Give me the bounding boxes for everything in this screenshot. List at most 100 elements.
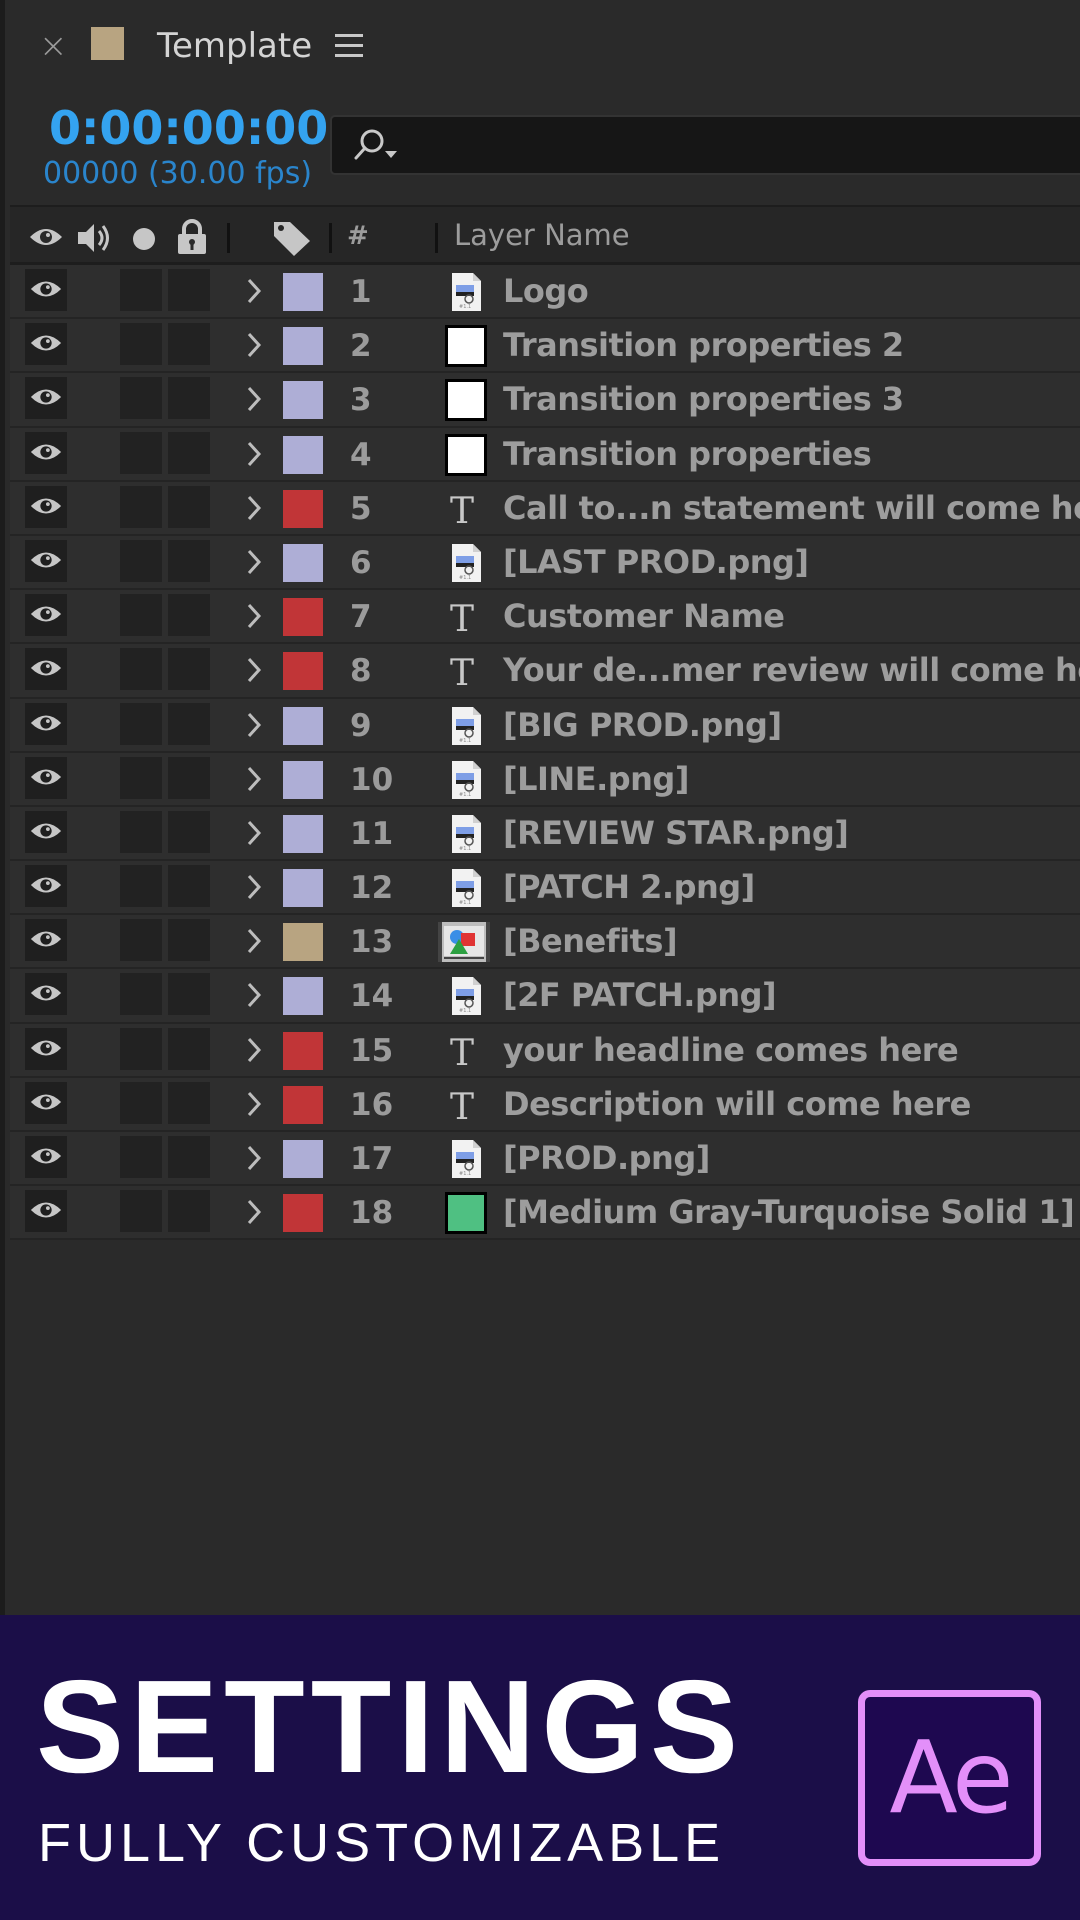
visibility-toggle[interactable] xyxy=(25,485,67,528)
lock-toggle[interactable] xyxy=(168,594,210,637)
expand-chevron-icon[interactable] xyxy=(246,819,262,851)
expand-chevron-icon[interactable] xyxy=(246,1198,262,1230)
comp-tab-title[interactable]: Template xyxy=(157,24,312,68)
lock-toggle[interactable] xyxy=(168,323,210,366)
solo-toggle[interactable] xyxy=(120,377,162,420)
layer-row[interactable]: 5 T Call to...n statement will come here xyxy=(10,481,1080,536)
solo-toggle[interactable] xyxy=(120,485,162,528)
label-color-swatch[interactable] xyxy=(283,1140,323,1178)
lock-toggle[interactable] xyxy=(168,1027,210,1070)
lock-toggle[interactable] xyxy=(168,269,210,311)
layer-name[interactable]: Customer Name xyxy=(503,596,785,636)
expand-chevron-icon[interactable] xyxy=(246,656,262,688)
solo-toggle[interactable] xyxy=(120,702,162,745)
layer-row[interactable]: 13 [Benefits] xyxy=(10,915,1080,970)
label-color-swatch[interactable] xyxy=(283,814,323,853)
expand-chevron-icon[interactable] xyxy=(246,1036,262,1068)
close-tab-icon[interactable]: × xyxy=(39,26,68,66)
lock-toggle[interactable] xyxy=(168,756,210,799)
lock-toggle[interactable] xyxy=(168,485,210,528)
label-color-swatch[interactable] xyxy=(283,327,323,366)
layer-name[interactable]: [Medium Gray-Turquoise Solid 1] xyxy=(503,1192,1075,1232)
tag-icon[interactable] xyxy=(272,219,312,257)
label-color-swatch[interactable] xyxy=(283,706,323,745)
visibility-toggle[interactable] xyxy=(25,865,67,908)
solo-toggle[interactable] xyxy=(120,648,162,691)
label-color-swatch[interactable] xyxy=(283,489,323,528)
layer-row[interactable]: 1 #1.1 Logo xyxy=(10,265,1080,320)
solo-toggle[interactable] xyxy=(120,919,162,962)
column-number-header[interactable]: # xyxy=(347,221,369,251)
layer-row[interactable]: 11 #1.1 [REVIEW STAR.png] xyxy=(10,806,1080,862)
layer-name[interactable]: [REVIEW STAR.png] xyxy=(503,813,849,853)
solo-toggle[interactable] xyxy=(120,810,162,853)
layer-name[interactable]: Transition properties xyxy=(503,434,872,474)
label-color-swatch[interactable] xyxy=(283,1031,323,1070)
lock-toggle[interactable] xyxy=(168,1190,210,1233)
visibility-toggle[interactable] xyxy=(25,919,67,962)
layer-name[interactable]: [LINE.png] xyxy=(503,759,689,799)
layer-name[interactable]: [PROD.png] xyxy=(503,1138,710,1178)
expand-chevron-icon[interactable] xyxy=(246,277,262,309)
label-color-swatch[interactable] xyxy=(283,273,323,311)
label-color-swatch[interactable] xyxy=(283,1194,323,1233)
expand-chevron-icon[interactable] xyxy=(246,331,262,363)
visibility-toggle[interactable] xyxy=(25,594,67,637)
solo-toggle[interactable] xyxy=(120,594,162,637)
visibility-toggle[interactable] xyxy=(25,1027,67,1070)
label-color-swatch[interactable] xyxy=(283,760,323,799)
layer-row[interactable]: 16 T Description will come here xyxy=(10,1077,1080,1132)
visibility-toggle[interactable] xyxy=(25,702,67,745)
expand-chevron-icon[interactable] xyxy=(246,765,262,797)
layer-name[interactable]: Logo xyxy=(503,271,589,311)
visibility-toggle[interactable] xyxy=(25,323,67,366)
visibility-toggle[interactable] xyxy=(25,1136,67,1178)
label-color-swatch[interactable] xyxy=(283,543,323,582)
layer-row[interactable]: 17 #1.1 [PROD.png] xyxy=(10,1132,1080,1187)
eye-icon[interactable] xyxy=(28,225,64,249)
layer-row[interactable]: 3 Transition properties 3 xyxy=(10,373,1080,428)
lock-toggle[interactable] xyxy=(168,973,210,1016)
label-color-swatch[interactable] xyxy=(283,923,323,962)
expand-chevron-icon[interactable] xyxy=(246,1090,262,1122)
current-time-display[interactable]: 0:00:00:00 xyxy=(49,100,328,156)
layer-row[interactable]: 4 Transition properties xyxy=(10,427,1080,482)
solo-toggle[interactable] xyxy=(120,1081,162,1124)
hamburger-menu-icon[interactable] xyxy=(335,34,363,58)
layer-row[interactable]: 9 #1.1 [BIG PROD.png] xyxy=(10,698,1080,753)
lock-toggle[interactable] xyxy=(168,919,210,962)
label-color-swatch[interactable] xyxy=(283,977,323,1016)
expand-chevron-icon[interactable] xyxy=(246,1144,262,1176)
column-divider[interactable] xyxy=(435,223,438,253)
layer-row[interactable]: 2 Transition properties 2 xyxy=(10,319,1080,374)
expand-chevron-icon[interactable] xyxy=(246,494,262,526)
visibility-toggle[interactable] xyxy=(25,1190,67,1233)
label-color-swatch[interactable] xyxy=(283,1085,323,1124)
label-color-swatch[interactable] xyxy=(283,652,323,691)
solo-toggle[interactable] xyxy=(120,431,162,474)
solo-toggle[interactable] xyxy=(120,323,162,366)
layer-name[interactable]: [BIG PROD.png] xyxy=(503,705,782,745)
solo-toggle[interactable] xyxy=(120,756,162,799)
lock-icon[interactable] xyxy=(176,219,208,255)
layer-row[interactable]: 14 #1.1 [2F PATCH.png] xyxy=(10,969,1080,1024)
label-color-swatch[interactable] xyxy=(283,381,323,420)
lock-toggle[interactable] xyxy=(168,1081,210,1124)
lock-toggle[interactable] xyxy=(168,539,210,582)
layer-row[interactable]: 8 T Your de...mer review will come here xyxy=(10,644,1080,699)
visibility-toggle[interactable] xyxy=(25,648,67,691)
visibility-toggle[interactable] xyxy=(25,1081,67,1124)
visibility-toggle[interactable] xyxy=(25,756,67,799)
column-layer-name-header[interactable]: Layer Name xyxy=(454,218,630,252)
expand-chevron-icon[interactable] xyxy=(246,385,262,417)
layer-name[interactable]: [Benefits] xyxy=(503,921,678,961)
solo-toggle[interactable] xyxy=(120,269,162,311)
label-color-swatch[interactable] xyxy=(283,598,323,637)
layer-row[interactable]: 15 Tyour headline comes here xyxy=(10,1023,1080,1078)
lock-toggle[interactable] xyxy=(168,648,210,691)
layer-search-input[interactable] xyxy=(330,115,1080,175)
expand-chevron-icon[interactable] xyxy=(246,711,262,743)
search-icon[interactable] xyxy=(352,127,402,167)
lock-toggle[interactable] xyxy=(168,702,210,745)
solo-toggle[interactable] xyxy=(120,865,162,908)
